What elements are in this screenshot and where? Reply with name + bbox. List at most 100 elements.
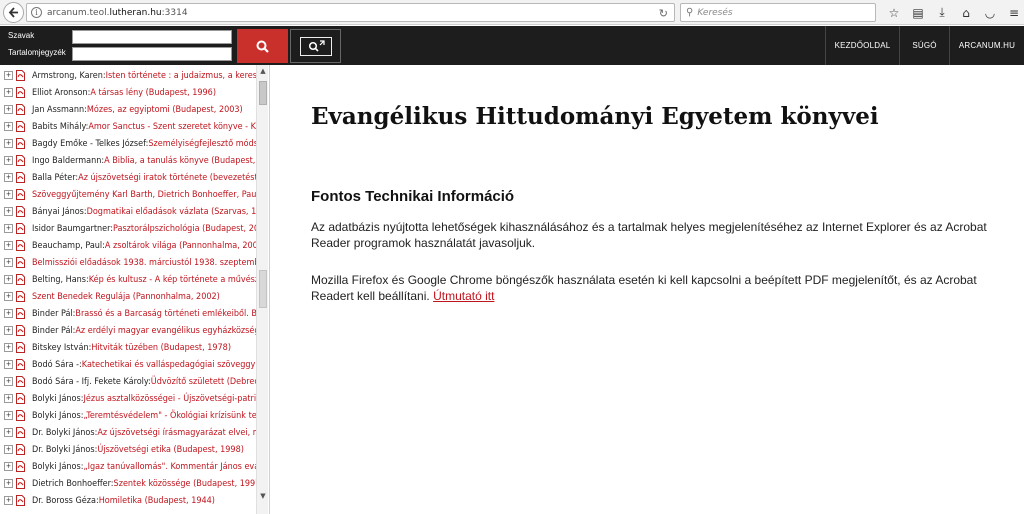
scroll-thumb[interactable]	[259, 81, 267, 105]
tree-item-title[interactable]: Kép és kultusz - A kép története a művés…	[89, 275, 256, 285]
tree-item[interactable]: + Binder Pál: Brassó és a Barcaság történ…	[0, 305, 256, 322]
tree-item-title[interactable]: A zsoltárok világa (Pannonhalma, 2003)	[105, 241, 256, 251]
expand-icon[interactable]: +	[4, 156, 13, 165]
expand-icon[interactable]: +	[4, 207, 13, 216]
advanced-search-button[interactable]	[290, 29, 341, 63]
address-bar[interactable]: i arcanum.teol. lutheran.hu:3314 ↻	[26, 3, 675, 22]
browser-search-input[interactable]: ⚲ Keresés	[680, 3, 876, 22]
tree-item-title[interactable]: Az újszövetségi írásmagyarázat elvei, mó	[97, 428, 256, 438]
tree-item-title[interactable]: „Igaz tanúvallomás". Kommentár János eva…	[83, 462, 256, 472]
expand-icon[interactable]: +	[4, 190, 13, 199]
expand-icon[interactable]: +	[4, 462, 13, 471]
nav-help[interactable]: SÚGÓ	[899, 26, 949, 65]
scroll-up-icon[interactable]: ▲	[257, 65, 269, 77]
tree-item[interactable]: + Bolyki János: „Igaz tanúvallomás". Komm…	[0, 458, 256, 475]
tree-item-title[interactable]: Üdvözítő született (Debrecen	[151, 377, 256, 387]
tree-item[interactable]: + Szent Benedek Regulája (Pannonhalma, 20…	[0, 288, 256, 305]
reading-list-icon[interactable]: ▤	[906, 3, 930, 22]
tree-item[interactable]: + Dr. Boross Géza: Homiletika (Budapest, …	[0, 492, 256, 509]
home-icon[interactable]: ⌂	[954, 3, 978, 22]
expand-icon[interactable]: +	[4, 275, 13, 284]
pocket-icon[interactable]: ◡	[978, 3, 1002, 22]
tree-item[interactable]: + Ingo Baldermann: A Biblia, a tanulás kö…	[0, 152, 256, 169]
tree-item-title[interactable]: Katechetikai és valláspedagógiai szövegg…	[82, 360, 256, 370]
tree-item[interactable]: + Bányai János: Dogmatikai előadások vázl…	[0, 203, 256, 220]
bookmark-star-icon[interactable]: ☆	[882, 3, 906, 22]
tree-item-title[interactable]: Jézus asztalközösségei - Újszövetségi-pa…	[83, 394, 256, 404]
expand-icon[interactable]: +	[4, 71, 13, 80]
toc-input[interactable]	[72, 47, 232, 61]
expand-icon[interactable]: +	[4, 377, 13, 386]
tree-item-title[interactable]: Hitviták tüzében (Budapest, 1978)	[91, 343, 231, 353]
tree-item-title[interactable]: Amor Sanctus - Szent szeretet könyve - K…	[88, 122, 256, 132]
nav-home[interactable]: KEZDŐOLDAL	[825, 26, 899, 65]
tree-item-title[interactable]: A társas lény (Budapest, 1996)	[90, 88, 216, 98]
download-icon[interactable]: ⤓	[930, 3, 954, 22]
tree-scrollbar[interactable]: ▲ ▼	[256, 65, 268, 514]
expand-icon[interactable]: +	[4, 326, 13, 335]
tree-item[interactable]: + Dietrich Bonhoeffer: Szentek közössége …	[0, 475, 256, 492]
tree-item-title[interactable]: Dogmatikai előadások vázlata (Szarvas, 1…	[87, 207, 256, 217]
tree-item[interactable]: + Binder Pál: Az erdélyi magyar evangélik…	[0, 322, 256, 339]
tree-item-title[interactable]: Újszövetségi etika (Budapest, 1998)	[97, 445, 244, 455]
search-button[interactable]	[237, 29, 288, 63]
tree-item-title[interactable]: Személyiségfejlesztő módszere	[148, 139, 256, 149]
scroll-down-icon[interactable]: ▼	[257, 490, 269, 502]
nav-arcanum[interactable]: ARCANUM.HU	[949, 26, 1024, 65]
tree-item[interactable]: + Belmissziói előadások 1938. márciustól …	[0, 254, 256, 271]
tree-item-title[interactable]: Pasztorálpszichológia (Budapest, 2003)	[113, 224, 256, 234]
tree-item[interactable]: + Armstrong, Karen: Isten története : a j…	[0, 67, 256, 84]
tree-item-title[interactable]: Homiletika (Budapest, 1944)	[99, 496, 215, 506]
tree-item-title[interactable]: A Biblia, a tanulás könyve (Budapest, 20	[104, 156, 256, 166]
expand-icon[interactable]: +	[4, 343, 13, 352]
tree-item[interactable]: + Isidor Baumgartner: Pasztorálpszichológ…	[0, 220, 256, 237]
expand-icon[interactable]: +	[4, 173, 13, 182]
tree-item[interactable]: + Dr. Bolyki János: Az újszövetségi írásm…	[0, 424, 256, 441]
expand-icon[interactable]: +	[4, 394, 13, 403]
expand-icon[interactable]: +	[4, 105, 13, 114]
guide-link[interactable]: Útmutató itt	[433, 289, 494, 303]
tree-item[interactable]: + Szöveggyűjtemény Karl Barth, Dietrich B…	[0, 186, 256, 203]
tree-item-title[interactable]: Az erdélyi magyar evangélikus egyházközs…	[75, 326, 256, 336]
tree-item[interactable]: + Bodó Sára - Ifj. Fekete Károly: Üdvözít…	[0, 373, 256, 390]
tree-item-title[interactable]: „Teremtésvédelem" - Ökológiai krízisünk …	[83, 411, 256, 421]
tree-item[interactable]: + Bagdy Emőke - Telkes József: Személyisé…	[0, 135, 256, 152]
back-button[interactable]	[3, 2, 24, 23]
tree-item-title[interactable]: Isten története : a judaizmus, a kereszt…	[106, 71, 256, 81]
tree-item-title[interactable]: Szent Benedek Regulája (Pannonhalma, 200…	[32, 292, 220, 302]
tree-item-title[interactable]: Az újszövetségi iratok története (beveze…	[78, 173, 256, 183]
expand-icon[interactable]: +	[4, 411, 13, 420]
expand-icon[interactable]: +	[4, 292, 13, 301]
expand-icon[interactable]: +	[4, 88, 13, 97]
expand-icon[interactable]: +	[4, 428, 13, 437]
tree-item[interactable]: + Bolyki János: „Teremtésvédelem" - Ökoló…	[0, 407, 256, 424]
tree-item[interactable]: + Jan Assmann: Mózes, az egyiptomi (Budap…	[0, 101, 256, 118]
tree-item[interactable]: + Bolyki János: Jézus asztalközösségei - …	[0, 390, 256, 407]
tree-item[interactable]: + Elliot Aronson: A társas lény (Budapest…	[0, 84, 256, 101]
tree-item-title[interactable]: Szentek közössége (Budapest, 1997)	[114, 479, 256, 489]
expand-icon[interactable]: +	[4, 139, 13, 148]
expand-icon[interactable]: +	[4, 258, 13, 267]
scroll-thumb-secondary[interactable]	[259, 270, 267, 308]
tree-item[interactable]: + Beauchamp, Paul: A zsoltárok világa (Pa…	[0, 237, 256, 254]
tree-item[interactable]: + Dr. Bolyki János: Újszövetségi etika (B…	[0, 441, 256, 458]
reload-icon[interactable]: ↻	[659, 7, 668, 20]
tree-item-title[interactable]: Mózes, az egyiptomi (Budapest, 2003)	[87, 105, 243, 115]
words-input[interactable]	[72, 30, 232, 44]
expand-icon[interactable]: +	[4, 445, 13, 454]
tree-item[interactable]: + Balla Péter: Az újszövetségi iratok tör…	[0, 169, 256, 186]
tree-item[interactable]: + Bodó Sára -: Katechetikai és valláspeda…	[0, 356, 256, 373]
tree-item-title[interactable]: Szöveggyűjtemény Karl Barth, Dietrich Bo…	[32, 190, 256, 200]
expand-icon[interactable]: +	[4, 360, 13, 369]
expand-icon[interactable]: +	[4, 224, 13, 233]
info-icon[interactable]: i	[31, 7, 42, 18]
tree-item-title[interactable]: Brassó és a Barcaság történeti emlékeibő…	[75, 309, 256, 319]
tree-item-title[interactable]: Belmissziói előadások 1938. márciustól 1…	[32, 258, 256, 268]
expand-icon[interactable]: +	[4, 241, 13, 250]
tree-item[interactable]: + Bitskey István: Hitviták tüzében (Budap…	[0, 339, 256, 356]
expand-icon[interactable]: +	[4, 122, 13, 131]
tree-item[interactable]: + Babits Mihály: Amor Sanctus - Szent sze…	[0, 118, 256, 135]
expand-icon[interactable]: +	[4, 479, 13, 488]
tree-item[interactable]: + Belting, Hans: Kép és kultusz - A kép t…	[0, 271, 256, 288]
expand-icon[interactable]: +	[4, 496, 13, 505]
